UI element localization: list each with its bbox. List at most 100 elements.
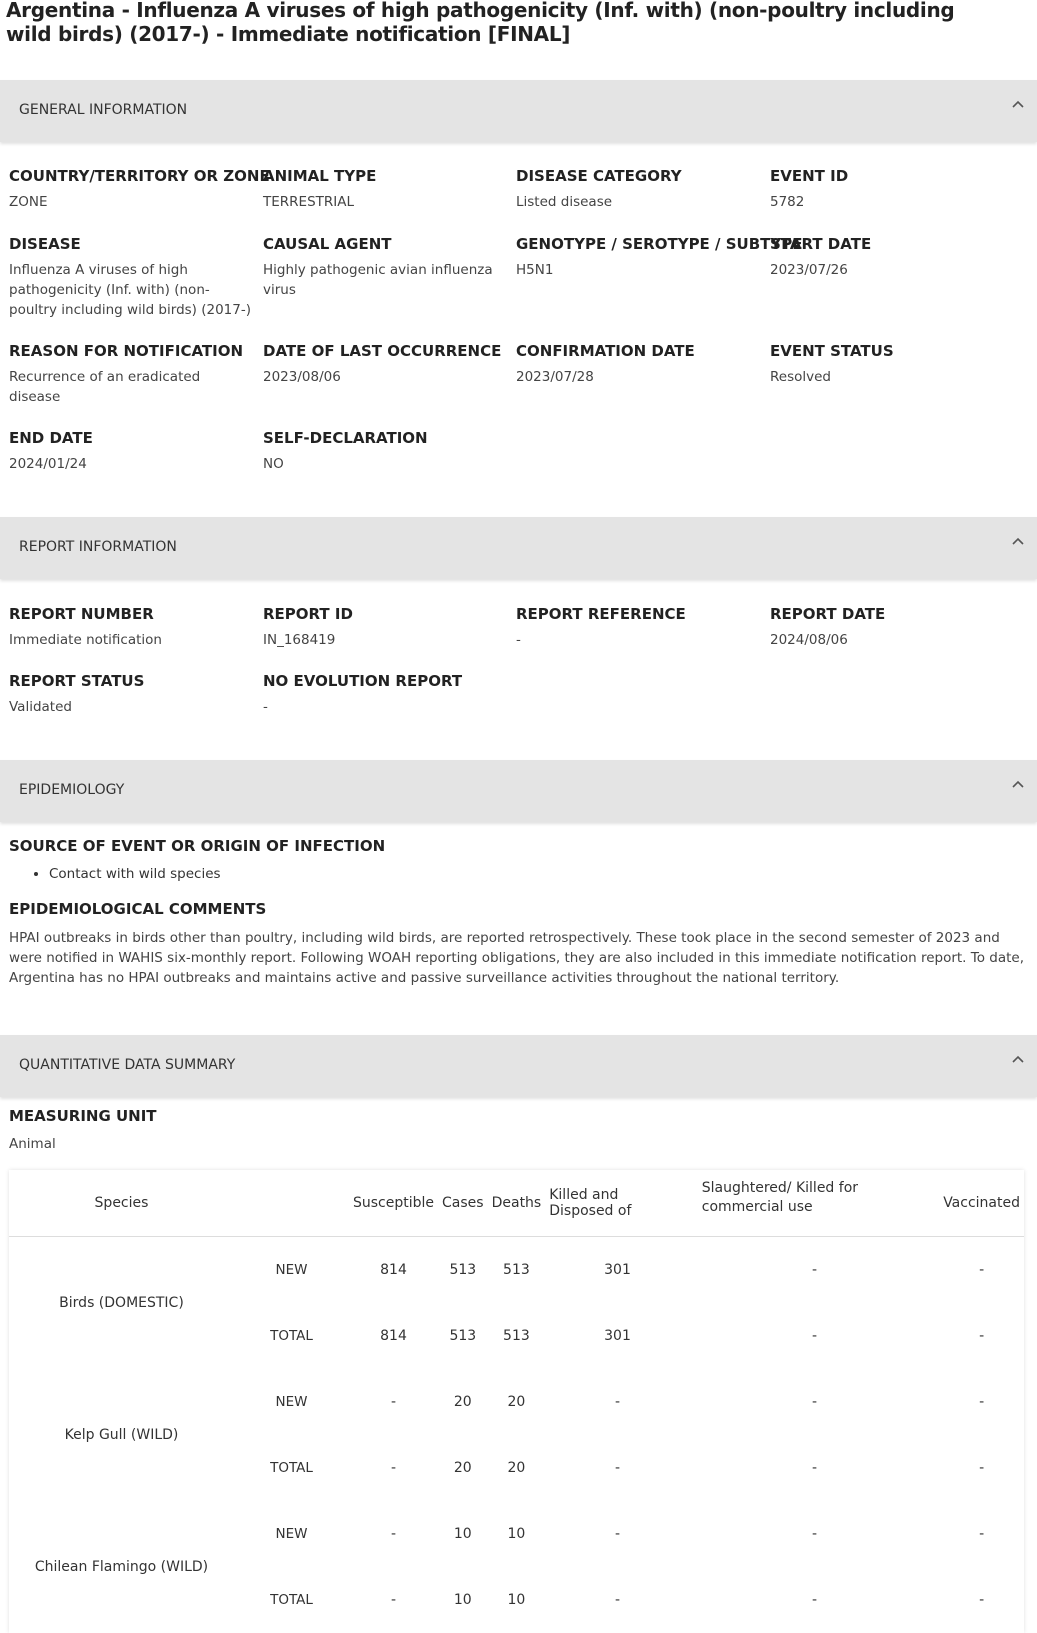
susceptible-cell: 814 xyxy=(380,1328,407,1344)
header-vaccinated: Vaccinated xyxy=(939,1170,1024,1237)
source-of-event-label: SOURCE OF EVENT OR ORIGIN OF INFECTION xyxy=(9,837,386,855)
field-label: REPORT NUMBER xyxy=(9,605,154,623)
chevron-up-icon[interactable] xyxy=(1009,533,1027,551)
killed-cell: - xyxy=(614,1460,621,1476)
section-header-quantitative-data-summary[interactable]: QUANTITATIVE DATA SUMMARY xyxy=(0,1035,1037,1097)
field-report-id: REPORT ID IN_168419 xyxy=(263,604,511,650)
cases-cell: 20 xyxy=(453,1460,472,1476)
field-label: END DATE xyxy=(9,429,93,447)
field-report-reference: REPORT REFERENCE - xyxy=(516,604,764,650)
species-cell: Birds (DOMESTIC) xyxy=(59,1295,184,1311)
slaughtered-cell: - xyxy=(811,1328,817,1344)
field-value: NO xyxy=(263,456,284,472)
header-killed-disposed: Killed and Disposed of xyxy=(545,1170,690,1237)
field-genotype: GENOTYPE / SEROTYPE / SUBTYPE H5N1 xyxy=(516,234,802,280)
field-value: Recurrence of an eradicated disease xyxy=(9,369,201,405)
table-row: Birds (DOMESTIC) NEW 814 513 513 301 - - xyxy=(9,1237,1024,1311)
field-value: Validated xyxy=(9,699,72,715)
field-value: - xyxy=(263,699,268,715)
field-event-status: EVENT STATUS Resolved xyxy=(770,341,1018,387)
section-title: GENERAL INFORMATION xyxy=(19,102,188,118)
susceptible-cell: - xyxy=(390,1592,397,1608)
field-disease-category: DISEASE CATEGORY Listed disease xyxy=(516,166,764,212)
field-value: Influenza A viruses of high pathogenicit… xyxy=(9,262,251,318)
field-animal-type: ANIMAL TYPE TERRESTRIAL xyxy=(263,166,511,212)
chevron-up-icon[interactable] xyxy=(1009,776,1027,794)
header-type xyxy=(234,1170,349,1237)
type-cell: NEW xyxy=(275,1526,308,1542)
vaccinated-cell: - xyxy=(979,1592,985,1608)
list-item: Contact with wild species xyxy=(49,866,221,882)
slaughtered-cell: - xyxy=(811,1460,817,1476)
field-event-id: EVENT ID 5782 xyxy=(770,166,1018,212)
field-label: DISEASE CATEGORY xyxy=(516,167,682,185)
measuring-unit-value: Animal xyxy=(9,1136,56,1152)
field-label: ANIMAL TYPE xyxy=(263,167,377,185)
field-value: H5N1 xyxy=(516,262,554,278)
field-value: 2024/01/24 xyxy=(9,456,87,472)
header-species: Species xyxy=(9,1170,234,1237)
chevron-up-icon[interactable] xyxy=(1009,1051,1027,1069)
chevron-up-icon[interactable] xyxy=(1009,96,1027,114)
field-label: COUNTRY/TERRITORY OR ZONE xyxy=(9,167,270,185)
field-label: EVENT STATUS xyxy=(770,342,894,360)
type-cell: TOTAL xyxy=(270,1328,313,1344)
vaccinated-cell: - xyxy=(979,1328,985,1344)
section-header-general-information[interactable]: GENERAL INFORMATION xyxy=(0,80,1037,142)
header-slaughtered-text: Slaughtered/ Killed for commercial use xyxy=(701,1179,859,1215)
section-title: QUANTITATIVE DATA SUMMARY xyxy=(19,1057,236,1073)
cases-cell: 10 xyxy=(453,1526,472,1542)
type-cell: TOTAL xyxy=(270,1460,313,1476)
killed-cell: 301 xyxy=(604,1262,631,1278)
field-value: TERRESTRIAL xyxy=(263,194,354,210)
field-value: 2023/07/26 xyxy=(770,262,848,278)
slaughtered-cell: - xyxy=(811,1592,817,1608)
slaughtered-cell: - xyxy=(811,1526,817,1542)
field-disease: DISEASE Influenza A viruses of high path… xyxy=(9,234,254,320)
field-self-declaration: SELF-DECLARATION NO xyxy=(263,428,511,474)
field-value: 2023/08/06 xyxy=(263,369,341,385)
cases-cell: 10 xyxy=(453,1592,472,1608)
deaths-cell: 513 xyxy=(503,1262,530,1278)
field-value: IN_168419 xyxy=(263,632,336,648)
field-reason: REASON FOR NOTIFICATION Recurrence of an… xyxy=(9,341,244,407)
header-cases: Cases xyxy=(438,1170,488,1237)
field-start-date: START DATE 2023/07/26 xyxy=(770,234,1018,280)
field-label: REPORT ID xyxy=(263,605,353,623)
field-confirmation-date: CONFIRMATION DATE 2023/07/28 xyxy=(516,341,764,387)
field-label: CAUSAL AGENT xyxy=(263,235,392,253)
header-slaughtered: Slaughtered/ Killed for commercial use xyxy=(689,1170,940,1237)
deaths-cell: 513 xyxy=(503,1328,530,1344)
field-label: START DATE xyxy=(770,235,872,253)
source-list: Contact with wild species xyxy=(9,866,221,882)
epidemiological-comments-text: HPAI outbreaks in birds other than poult… xyxy=(9,930,1025,986)
field-label: REASON FOR NOTIFICATION xyxy=(9,342,244,360)
section-header-report-information[interactable]: REPORT INFORMATION xyxy=(0,517,1037,579)
slaughtered-cell: - xyxy=(811,1262,817,1278)
field-label: DATE OF LAST OCCURRENCE xyxy=(263,342,502,360)
field-value: Listed disease xyxy=(516,194,613,210)
deaths-cell: 20 xyxy=(507,1460,526,1476)
field-label: NO EVOLUTION REPORT xyxy=(263,672,463,690)
species-cell: Kelp Gull (WILD) xyxy=(64,1427,179,1443)
killed-cell: - xyxy=(614,1526,621,1542)
susceptible-cell: - xyxy=(390,1460,397,1476)
field-report-number: REPORT NUMBER Immediate notification xyxy=(9,604,257,650)
field-country: COUNTRY/TERRITORY OR ZONE ZONE xyxy=(9,166,270,212)
type-cell: NEW xyxy=(275,1262,308,1278)
field-no-evolution-report: NO EVOLUTION REPORT - xyxy=(263,671,511,717)
field-last-occurrence: DATE OF LAST OCCURRENCE 2023/08/06 xyxy=(263,341,511,387)
section-header-epidemiology[interactable]: EPIDEMIOLOGY xyxy=(0,760,1037,822)
field-label: REPORT REFERENCE xyxy=(516,605,686,623)
section-title: REPORT INFORMATION xyxy=(19,539,177,555)
slaughtered-cell: - xyxy=(811,1394,817,1410)
field-report-date: REPORT DATE 2024/08/06 xyxy=(770,604,1018,650)
header-deaths: Deaths xyxy=(487,1170,546,1237)
killed-cell: - xyxy=(614,1394,621,1410)
vaccinated-cell: - xyxy=(979,1526,985,1542)
field-value: Resolved xyxy=(770,369,831,385)
deaths-cell: 10 xyxy=(507,1592,526,1608)
deaths-cell: 10 xyxy=(507,1526,526,1542)
quantitative-data-table: Species Susceptible Cases Deaths Killed … xyxy=(9,1170,1024,1633)
field-causal-agent: CAUSAL AGENT Highly pathogenic avian inf… xyxy=(263,234,508,300)
